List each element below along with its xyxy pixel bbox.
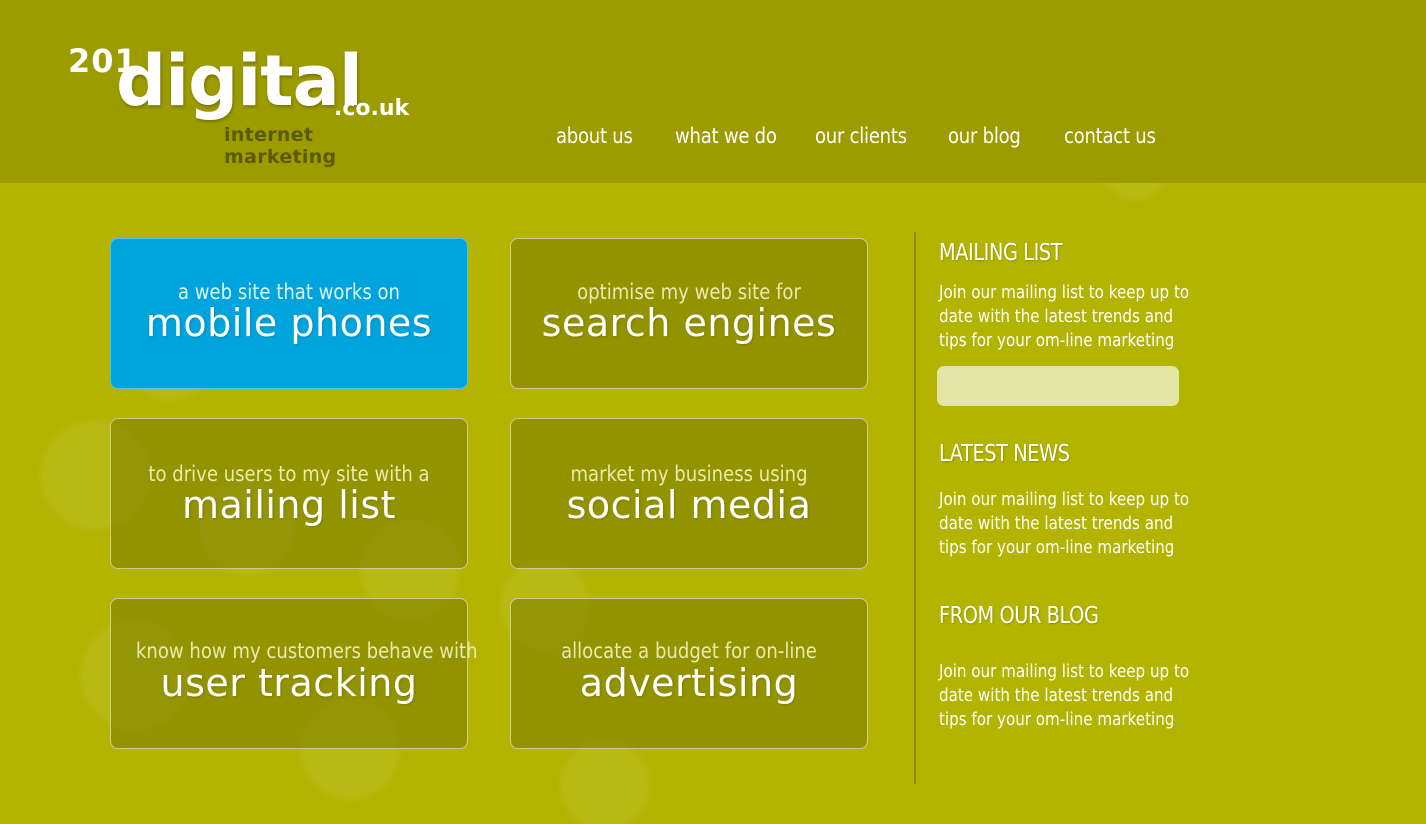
latest-news-heading: LATEST NEWS [939, 441, 1070, 467]
mailing-list-heading: MAILING LIST [939, 240, 1063, 266]
nav-what-we-do[interactable]: what we do [675, 124, 795, 148]
logo-word: digital [116, 40, 363, 122]
nav-our-blog[interactable]: our blog [948, 124, 1048, 148]
nav-contact-us[interactable]: contact us [1064, 124, 1159, 148]
blog-heading: FROM OUR BLOG [939, 603, 1099, 629]
nav-our-clients[interactable]: our clients [815, 124, 929, 148]
tile-advertising[interactable]: allocate a budget for on-line advertisin… [510, 598, 868, 749]
sidebar-divider [914, 232, 916, 784]
tile-title: social media [566, 483, 812, 527]
tile-mobile-phones[interactable]: a web site that works on mobile phones [110, 238, 468, 389]
tile-title: mailing list [181, 483, 397, 527]
tile-subtitle: allocate a budget for on-line [561, 639, 817, 663]
tile-title: advertising [579, 661, 799, 705]
main-nav: about us what we do our clients our blog… [556, 124, 1174, 148]
tile-title: mobile phones [145, 301, 433, 345]
logo-domain: .co.uk [334, 96, 410, 121]
tile-title: search engines [541, 301, 837, 345]
tile-subtitle: know how my customers behave with [135, 639, 478, 663]
mailing-list-input[interactable] [937, 366, 1179, 406]
tile-title: user tracking [160, 661, 418, 705]
tile-user-tracking[interactable]: know how my customers behave with user t… [110, 598, 478, 749]
blog-text: Join our mailing list to keep up to date… [939, 661, 1190, 730]
logo-tagline: internet marketing [224, 124, 337, 168]
tile-social-media[interactable]: market my business using social media [510, 418, 868, 569]
latest-news-text: Join our mailing list to keep up to date… [939, 489, 1190, 558]
site-header: 201 digital .co.uk internet marketing ab… [0, 0, 1426, 183]
tile-search-engines[interactable]: optimise my web site for search engines [510, 238, 868, 389]
nav-about-us[interactable]: about us [556, 124, 658, 148]
site-logo[interactable]: 201 digital .co.uk internet marketing [66, 36, 411, 168]
mailing-list-text: Join our mailing list to keep up to date… [939, 282, 1190, 351]
tile-mailing-list[interactable]: to drive users to my site with a mailing… [110, 418, 468, 569]
